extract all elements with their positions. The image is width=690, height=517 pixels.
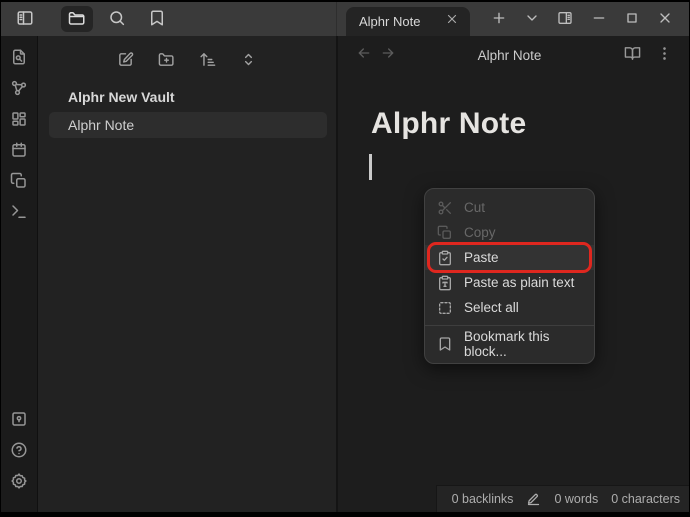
menu-item-cut: Cut [425,195,594,220]
reading-view-button[interactable] [619,43,645,67]
tabbar-controls [477,2,689,36]
left-sidebar-toggle-button[interactable] [9,6,41,32]
file-item-alphr-note[interactable]: Alphr Note [49,112,327,138]
maximize-icon [624,10,640,29]
clipboard-check-icon [437,250,453,266]
sort-order-icon [199,51,216,71]
quick-switcher-file-search-icon[interactable] [10,48,28,66]
canvas-icon[interactable] [10,110,28,128]
scissors-icon [437,200,453,216]
menu-item-label: Paste [464,250,499,265]
chevrons-up-down-icon [240,51,257,71]
window-minimize-button[interactable] [585,6,613,32]
more-options-button[interactable] [651,43,677,67]
text-cursor [369,154,372,180]
search-tab-button[interactable] [101,6,133,32]
bookmark-icon [148,9,166,30]
new-note-button[interactable] [113,49,139,73]
right-sidebar-toggle-button[interactable] [551,6,579,32]
arrow-left-icon [356,45,372,66]
clipboard-type-icon [437,275,453,291]
backlinks-count[interactable]: 0 backlinks [452,492,514,506]
navigate-back-button[interactable] [352,43,376,67]
word-count: 0 words [554,492,599,506]
close-icon [657,10,673,29]
templates-copy-icon[interactable] [10,172,28,190]
new-note-icon [117,51,134,71]
folder-icon [68,9,86,30]
graph-view-icon[interactable] [10,79,28,97]
search-icon [108,9,126,30]
book-open-icon [624,45,641,65]
explorer-actions [38,36,336,73]
new-folder-icon [158,51,175,71]
window-maximize-button[interactable] [618,6,646,32]
status-bar: 0 backlinks 0 words 0 characters [435,485,689,512]
navigate-forward-button[interactable] [376,43,400,67]
menu-item-paste[interactable]: Paste [425,245,594,270]
menu-item-label: Copy [464,225,496,240]
note-heading: Alphr Note [371,107,527,140]
minimize-icon [591,10,607,29]
context-menu: Cut Copy Paste Paste as plain text Selec… [424,188,595,364]
file-explorer: Alphr New Vault Alphr Note [38,36,338,512]
tab-bar: Alphr Note [337,2,689,36]
bookmark-icon [437,336,453,352]
chevron-down-icon [524,10,540,29]
menu-item-bookmark-this-block[interactable]: Bookmark this block... [425,328,594,359]
tab-alphr-note[interactable]: Alphr Note [346,7,470,36]
menu-item-copy: Copy [425,220,594,245]
edit-mode-pencil-icon[interactable] [526,492,541,507]
new-folder-button[interactable] [154,49,180,73]
settings-gear-icon[interactable] [10,472,28,490]
top-bar: Alphr Note [1,2,689,36]
new-tab-button[interactable] [485,6,513,32]
view-title: Alphr Note [477,47,542,63]
sort-order-button[interactable] [195,49,221,73]
view-header: Alphr Note [338,36,689,74]
window-close-button[interactable] [651,6,679,32]
menu-item-label: Paste as plain text [464,275,575,290]
view-header-actions [619,43,677,67]
menu-item-label: Cut [464,200,486,215]
panel-right-icon [557,10,573,29]
panel-left-icon [16,9,34,30]
arrow-right-icon [380,45,396,66]
obsidian-window: Alphr Note Alphr New Vault Alphr Note Al… [1,2,689,512]
close-icon [445,12,459,31]
plus-icon [491,10,507,29]
menu-item-label: Bookmark this block... [464,328,550,359]
menu-separator [425,325,594,326]
box-select-icon [437,300,453,316]
daily-note-calendar-icon[interactable] [10,141,28,159]
copy-icon [437,225,453,241]
menu-item-paste-as-plain-text[interactable]: Paste as plain text [425,270,594,295]
left-ribbon [1,36,38,512]
menu-item-select-all[interactable]: Select all [425,295,594,320]
files-tab-button[interactable] [61,6,93,32]
tab-close-button[interactable] [444,14,460,30]
menu-item-label: Select all [464,300,519,315]
bookmarks-tab-button[interactable] [141,6,173,32]
vault-title[interactable]: Alphr New Vault [68,89,336,105]
command-palette-terminal-icon[interactable] [10,203,28,221]
vault-switcher-icon[interactable] [10,410,28,428]
topbar-left-section [1,2,337,36]
collapse-all-button[interactable] [236,49,262,73]
tab-title: Alphr Note [359,14,421,29]
more-vertical-icon [656,45,673,65]
tab-list-button[interactable] [518,6,546,32]
character-count: 0 characters [611,492,680,506]
help-icon[interactable] [10,441,28,459]
